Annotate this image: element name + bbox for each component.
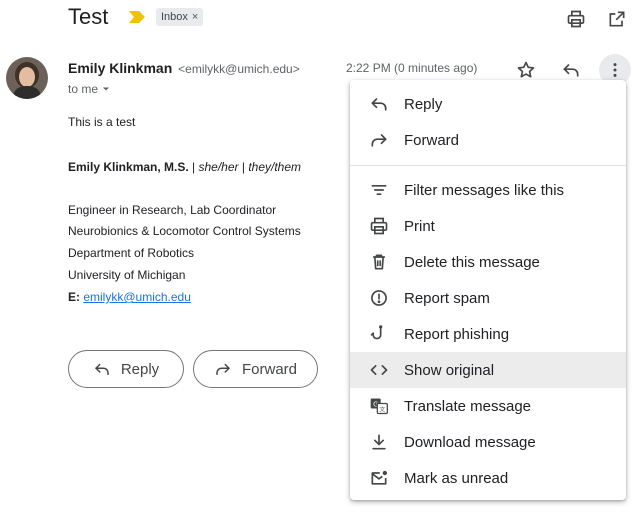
menu-item-label: Mark as unread bbox=[404, 469, 509, 487]
message-body: This is a test bbox=[68, 115, 136, 129]
menu-item-mark-unread[interactable]: Mark as unread bbox=[350, 460, 626, 496]
signature-email-label: E: bbox=[68, 290, 80, 304]
menu-item-label: Translate message bbox=[404, 397, 532, 415]
signature-separator: | bbox=[188, 160, 199, 174]
remove-label-icon[interactable]: × bbox=[192, 11, 198, 23]
download-icon bbox=[368, 431, 390, 453]
menu-item-report-phishing[interactable]: Report phishing bbox=[350, 316, 626, 352]
signature-name: Emily Klinkman, M.S. bbox=[68, 160, 189, 174]
signature-line: Engineer in Research, Lab Coordinator bbox=[68, 203, 277, 217]
forward-button-label: Forward bbox=[241, 360, 297, 378]
filter-icon bbox=[368, 179, 390, 201]
forward-icon bbox=[368, 129, 390, 151]
signature-name-line: Emily Klinkman, M.S. | she/her | they/th… bbox=[68, 160, 301, 174]
phishing-hook-icon bbox=[368, 323, 390, 345]
label-chip-inbox[interactable]: Inbox × bbox=[156, 8, 204, 26]
menu-item-print[interactable]: Print bbox=[350, 208, 626, 244]
reply-button[interactable]: Reply bbox=[68, 350, 184, 388]
menu-divider bbox=[350, 165, 626, 166]
menu-item-forward[interactable]: Forward bbox=[350, 122, 626, 158]
print-icon bbox=[368, 215, 390, 237]
sender-line: Emily Klinkman <emilykk@umich.edu> bbox=[68, 60, 300, 76]
star-icon[interactable] bbox=[514, 58, 538, 82]
signature-email-line: E: emilykk@umich.edu bbox=[68, 290, 191, 304]
forward-icon bbox=[216, 363, 230, 375]
more-vert-icon[interactable] bbox=[603, 58, 627, 82]
menu-item-report-spam[interactable]: Report spam bbox=[350, 280, 626, 316]
menu-item-label: Forward bbox=[404, 131, 460, 149]
menu-item-show-original[interactable]: Show original bbox=[350, 352, 626, 388]
signature-separator: | bbox=[238, 160, 249, 174]
open-in-new-window-icon[interactable] bbox=[605, 7, 629, 31]
email-subject: Test bbox=[68, 4, 109, 29]
signature-line: Department of Robotics bbox=[68, 246, 195, 260]
sender-email: <emilykk@umich.edu> bbox=[178, 62, 300, 76]
recipient-details-toggle[interactable]: to me bbox=[68, 82, 111, 96]
code-icon bbox=[368, 359, 390, 381]
menu-item-label: Show original bbox=[404, 361, 495, 379]
reply-icon[interactable] bbox=[559, 58, 583, 82]
menu-item-label: Reply bbox=[404, 95, 443, 113]
menu-item-reply[interactable]: Reply bbox=[350, 86, 626, 122]
menu-item-delete[interactable]: Delete this message bbox=[350, 244, 626, 280]
menu-item-label: Download message bbox=[404, 433, 536, 451]
signature-line: Neurobionics & Locomotor Control Systems bbox=[68, 224, 301, 238]
signature-pronoun: she/her bbox=[198, 160, 239, 174]
message-time: 2:22 PM (0 minutes ago) bbox=[346, 61, 478, 75]
reply-button-label: Reply bbox=[120, 360, 160, 378]
reply-icon bbox=[95, 363, 109, 375]
signature-line: University of Michigan bbox=[68, 268, 186, 282]
svg-text:文: 文 bbox=[379, 405, 385, 413]
trash-icon bbox=[368, 251, 390, 273]
print-all-icon[interactable] bbox=[564, 7, 588, 31]
forward-button[interactable]: Forward bbox=[193, 350, 318, 388]
label-chip-text: Inbox bbox=[161, 11, 188, 23]
signature-pronoun: they/them bbox=[248, 160, 302, 174]
mark-unread-icon bbox=[368, 467, 390, 489]
sender-name[interactable]: Emily Klinkman bbox=[68, 60, 172, 76]
reply-icon bbox=[368, 93, 390, 115]
signature-email-link[interactable]: emilykk@umich.edu bbox=[83, 290, 191, 304]
menu-item-label: Delete this message bbox=[404, 253, 540, 271]
more-options-menu: Reply Forward Filter messages like this … bbox=[350, 80, 626, 500]
menu-item-label: Filter messages like this bbox=[404, 181, 565, 199]
menu-item-label: Report spam bbox=[404, 289, 490, 307]
menu-item-download[interactable]: Download message bbox=[350, 424, 626, 460]
sender-avatar[interactable] bbox=[6, 57, 48, 99]
translate-icon: G文 bbox=[368, 395, 390, 417]
important-marker-icon[interactable] bbox=[128, 10, 146, 29]
chevron-down-icon bbox=[103, 87, 110, 91]
report-spam-icon bbox=[368, 287, 390, 309]
menu-item-label: Print bbox=[404, 217, 435, 235]
menu-item-filter-messages[interactable]: Filter messages like this bbox=[350, 172, 626, 208]
menu-item-label: Report phishing bbox=[404, 325, 510, 343]
menu-item-translate[interactable]: G文 Translate message bbox=[350, 388, 626, 424]
recipient-label: to me bbox=[68, 82, 99, 96]
